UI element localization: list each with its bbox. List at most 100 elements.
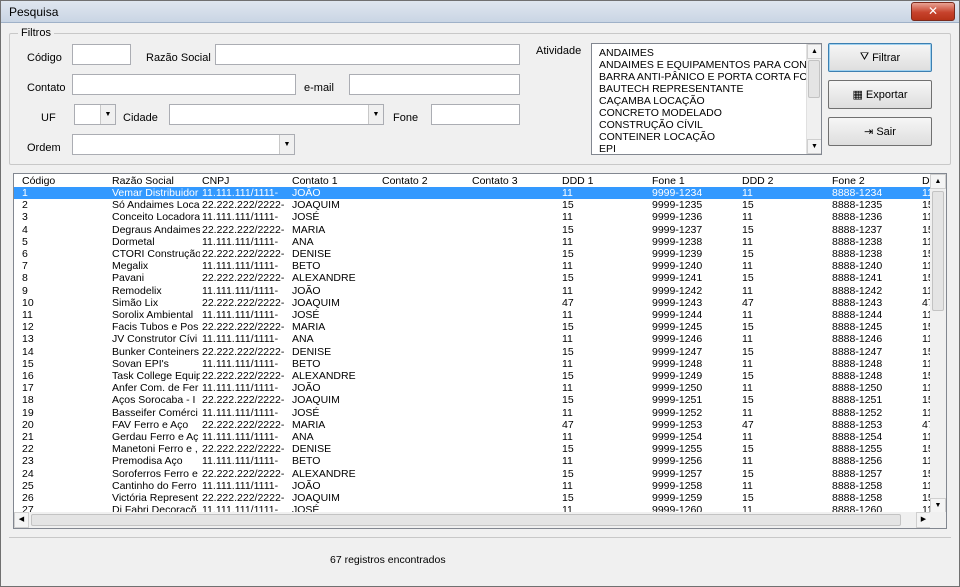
table-row[interactable]: 20 FAV Ferro e Aço 22.222.222/2222- MARIA 47… bbox=[14, 419, 932, 431]
cell-razao-social: Sovan EPI's bbox=[112, 357, 169, 370]
cell-fone-1: 9999-1251 bbox=[652, 394, 703, 407]
cell-fone-2: 8888-1250 bbox=[832, 382, 883, 395]
table-row[interactable]: 5 Dormetal 11.111.111/1111- ANA 11 9999-1238 1… bbox=[14, 236, 932, 248]
cell-ddd-1: 15 bbox=[562, 248, 574, 260]
cell-ddd-2: 11 bbox=[742, 357, 753, 370]
scroll-thumb[interactable] bbox=[808, 60, 820, 98]
grid-horizontal-scrollbar[interactable]: ◀ ▶ bbox=[14, 512, 932, 528]
cell-codigo: 24 bbox=[22, 467, 34, 480]
cell-razao-social: Degraus Andaimes bbox=[112, 223, 200, 236]
table-row[interactable]: 9 Remodelix 11.111.111/1111- JOÃO 11 9999-124… bbox=[14, 285, 932, 297]
chevron-down-icon[interactable]: ▼ bbox=[100, 105, 115, 124]
cell-ddd-1: 47 bbox=[562, 418, 574, 431]
razao-social-input[interactable] bbox=[215, 44, 520, 65]
cell-contato-1: JOÃO bbox=[292, 479, 321, 492]
list-item[interactable]: CONSTRUÇÃO CÍVIL bbox=[599, 119, 703, 131]
table-row[interactable]: 21 Gerdau Ferro e Aç 11.111.111/1111- ANA 11… bbox=[14, 431, 932, 443]
sair-button[interactable]: ⇥ Sair bbox=[828, 117, 932, 146]
atividade-list[interactable]: ANDAIMES ANDAIMES E EQUIPAMENTOS PARA CO… bbox=[591, 43, 822, 155]
cell-razao-social: Aços Sorocaba - I bbox=[112, 394, 196, 407]
cell-codigo: 6 bbox=[22, 248, 28, 260]
column-header-codigo[interactable]: Código bbox=[22, 175, 110, 187]
table-row[interactable]: 22 Manetoni Ferro e , 22.222.222/2222- DENI… bbox=[14, 443, 932, 455]
scroll-left-icon[interactable]: ◀ bbox=[14, 512, 29, 528]
table-row[interactable]: 1 Vemar Distribuidor 11.111.111/1111- JOÃO 1… bbox=[14, 187, 932, 199]
column-header-fone-1[interactable]: Fone 1 bbox=[652, 175, 740, 187]
column-header-contato-2[interactable]: Contato 2 bbox=[382, 175, 470, 187]
table-row[interactable]: 23 Premodisa Aço 11.111.111/1111- BETO 11 999… bbox=[14, 455, 932, 467]
list-item[interactable]: CONTEINER LOCAÇÃO bbox=[599, 131, 715, 143]
ordem-combo[interactable]: ▼ bbox=[72, 134, 295, 155]
table-row[interactable]: 10 Simão Lix 22.222.222/2222- JOAQUIM 47 9999… bbox=[14, 297, 932, 309]
column-header-fone-2[interactable]: Fone 2 bbox=[832, 175, 920, 187]
filtrar-button[interactable]: ⛛ Filtrar bbox=[828, 43, 932, 72]
cell-cnpj: 11.111.111/1111- bbox=[202, 333, 279, 346]
cidade-combo[interactable]: ▼ bbox=[169, 104, 384, 125]
table-row[interactable]: 2 Só Andaimes Loca 22.222.222/2222- JOAQUIM… bbox=[14, 199, 932, 211]
column-header-ddd-1[interactable]: DDD 1 bbox=[562, 175, 650, 187]
title-bar[interactable]: Pesquisa ✕ bbox=[1, 1, 959, 23]
uf-combo[interactable]: ▼ bbox=[74, 104, 116, 125]
list-item[interactable]: ANDAIMES E EQUIPAMENTOS PARA CONSTRU bbox=[599, 59, 821, 71]
table-row[interactable]: 6 CTORI Construção 22.222.222/2222- DENISE 1… bbox=[14, 248, 932, 260]
fone-input[interactable] bbox=[431, 104, 520, 125]
table-row[interactable]: 18 Aços Sorocaba - I 22.222.222/2222- JOAQU… bbox=[14, 394, 932, 406]
table-row[interactable]: 26 Victória Represent 22.222.222/2222- JOAQ… bbox=[14, 492, 932, 504]
column-header-razao-social[interactable]: Razão Social bbox=[112, 175, 200, 187]
contato-input[interactable] bbox=[72, 74, 296, 95]
close-button[interactable]: ✕ bbox=[911, 2, 955, 21]
table-row[interactable]: 15 Sovan EPI's 11.111.111/1111- BETO 11 9999-… bbox=[14, 358, 932, 370]
atividade-scrollbar[interactable]: ▲ ▼ bbox=[806, 44, 821, 154]
cell-contato-1: JOAQUIM bbox=[292, 394, 340, 407]
email-input[interactable] bbox=[349, 74, 520, 95]
list-item[interactable]: BARRA ANTI-PÂNICO E PORTA CORTA FOGO bbox=[599, 71, 821, 83]
column-header-cnpj[interactable]: CNPJ bbox=[202, 175, 290, 187]
list-item[interactable]: BAUTECH REPRESENTANTE bbox=[599, 83, 744, 95]
table-row[interactable]: 4 Degraus Andaimes 22.222.222/2222- MARIA 15… bbox=[14, 224, 932, 236]
table-row[interactable]: 7 Megalix 11.111.111/1111- BETO 11 9999-1240 1… bbox=[14, 260, 932, 272]
codigo-input[interactable] bbox=[72, 44, 131, 65]
export-icon: ▦ bbox=[852, 89, 863, 101]
column-header-contato-1[interactable]: Contato 1 bbox=[292, 175, 380, 187]
table-row[interactable]: 19 Basseifer Comérci 11.111.111/1111- JOSÉ 1… bbox=[14, 407, 932, 419]
table-row[interactable]: 3 Conceito Locadora 11.111.111/1111- JOSÉ 11… bbox=[14, 211, 932, 223]
scroll-down-icon[interactable]: ▼ bbox=[807, 139, 821, 154]
cell-contato-1: JOÃO bbox=[292, 187, 321, 199]
results-grid[interactable]: Código Razão Social CNPJ Contato 1 Contato 2… bbox=[13, 173, 947, 529]
table-row[interactable]: 13 JV Construtor Cívi 11.111.111/1111- ANA 1… bbox=[14, 333, 932, 345]
chevron-down-icon[interactable]: ▼ bbox=[279, 135, 294, 154]
column-header-contato-3[interactable]: Contato 3 bbox=[472, 175, 560, 187]
scroll-thumb[interactable] bbox=[31, 514, 901, 526]
list-item[interactable]: CAÇAMBA LOCAÇÃO bbox=[599, 95, 705, 107]
column-header-ddd-2[interactable]: DDD 2 bbox=[742, 175, 830, 187]
table-row[interactable]: 17 Anfer Com. de Fer 11.111.111/1111- JOÃO 1… bbox=[14, 382, 932, 394]
cell-contato-1: MARIA bbox=[292, 418, 326, 431]
list-item[interactable]: ANDAIMES bbox=[599, 47, 654, 59]
exportar-button[interactable]: ▦ Exportar bbox=[828, 80, 932, 109]
scroll-right-icon[interactable]: ▶ bbox=[916, 512, 931, 528]
cell-codigo: 12 bbox=[22, 321, 34, 334]
cell-contato-1: JOSÉ bbox=[292, 309, 320, 321]
cell-ddd-2: 15 bbox=[742, 199, 754, 212]
scroll-up-icon[interactable]: ▲ bbox=[930, 174, 946, 189]
scroll-up-icon[interactable]: ▲ bbox=[807, 44, 821, 59]
table-row[interactable]: 14 Bunker Conteiners 22.222.222/2222- DENIS… bbox=[14, 346, 932, 358]
chevron-down-icon[interactable]: ▼ bbox=[368, 105, 383, 124]
cell-ddd-2: 11 bbox=[742, 187, 753, 199]
cell-razao-social: Só Andaimes Loca bbox=[112, 199, 200, 212]
list-item[interactable]: EPI bbox=[599, 143, 616, 154]
table-row[interactable]: 11 Sorolix Ambiental 11.111.111/1111- JOSÉ 1… bbox=[14, 309, 932, 321]
cell-codigo: 3 bbox=[22, 211, 28, 224]
grid-vertical-scrollbar[interactable]: ▲ ▼ bbox=[930, 174, 946, 514]
scroll-thumb[interactable] bbox=[932, 191, 944, 311]
table-row[interactable]: 25 Cantinho do Ferro 11.111.111/1111- JOÃO 1… bbox=[14, 480, 932, 492]
table-row[interactable]: 16 Task College Equip 22.222.222/2222- ALEX… bbox=[14, 370, 932, 382]
table-row[interactable]: 12 Facis Tubos e Pos 22.222.222/2222- MARIA… bbox=[14, 321, 932, 333]
table-row[interactable]: 8 Pavani 22.222.222/2222- ALEXANDRE 15 9999-1… bbox=[14, 272, 932, 284]
cell-fone-2: 8888-1243 bbox=[832, 296, 883, 309]
table-row[interactable]: 24 Soroferros Ferro e 22.222.222/2222- ALEX… bbox=[14, 468, 932, 480]
cell-fone-1: 9999-1256 bbox=[652, 455, 703, 468]
list-item[interactable]: CONCRETO MODELADO bbox=[599, 107, 722, 119]
scroll-down-icon[interactable]: ▼ bbox=[930, 498, 946, 513]
cell-ddd-1: 11 bbox=[562, 211, 573, 224]
